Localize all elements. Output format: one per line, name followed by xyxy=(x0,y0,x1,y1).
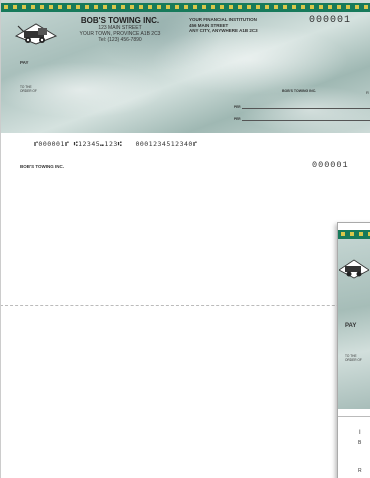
signature-line-2 xyxy=(242,120,370,121)
band-dot xyxy=(301,5,305,9)
band-dot xyxy=(319,5,323,9)
stub-cheque-number: 000001 xyxy=(312,160,349,170)
cheque-number: 000001 xyxy=(309,15,352,26)
band-dot xyxy=(310,5,314,9)
band-dot xyxy=(31,5,35,9)
page-edge xyxy=(0,0,1,478)
cheque: BOB'S TOWING INC. 123 MAIN STREET YOUR T… xyxy=(0,0,370,133)
micr-line: ⑈000001⑈ ⑆12345⑉123⑆ 0001234512340⑈ xyxy=(34,140,198,148)
bank-line3: ANY CITY, ANYWHERE A1B 2C3 xyxy=(189,28,258,33)
band-dot xyxy=(202,5,206,9)
company-name: BOB'S TOWING INC. xyxy=(80,16,160,25)
band-dot xyxy=(166,5,170,9)
band-dots xyxy=(4,5,370,10)
tow-truck-icon xyxy=(14,23,58,45)
band-dot xyxy=(94,5,98,9)
band-dot xyxy=(220,5,224,9)
second-cheque-sheet: PAY TO THE ORDER OF I B R xyxy=(337,222,370,478)
bank-line1: YOUR FINANCIAL INSTITUTION xyxy=(189,17,257,22)
band-dot xyxy=(67,5,71,9)
second-stub-c: R xyxy=(358,468,362,474)
band-dot xyxy=(175,5,179,9)
per-label-1: PER xyxy=(234,105,241,109)
band-dot xyxy=(157,5,161,9)
second-order-of-label: TO THE ORDER OF xyxy=(345,354,362,362)
second-pay-label: PAY xyxy=(345,323,357,329)
band-dot xyxy=(328,5,332,9)
band-dot xyxy=(121,5,125,9)
band-dot xyxy=(355,5,359,9)
company-phone: Tel: (123) 456-7890 xyxy=(98,37,142,43)
per-label-2: PER xyxy=(234,117,241,121)
second-stub-a: I xyxy=(359,430,361,436)
band-dot xyxy=(49,5,53,9)
band-dot xyxy=(364,5,368,9)
band-dot xyxy=(76,5,80,9)
band-dot xyxy=(265,5,269,9)
tow-truck-icon xyxy=(339,259,369,279)
band-dot xyxy=(130,5,134,9)
second-band-dots xyxy=(341,232,370,236)
band-dot xyxy=(40,5,44,9)
band-dot xyxy=(13,5,17,9)
document-page: BOB'S TOWING INC. 123 MAIN STREET YOUR T… xyxy=(0,0,370,478)
stub-company: BOB'S TOWING INC. xyxy=(20,164,64,169)
band-dot xyxy=(229,5,233,9)
payer-company: BOB'S TOWING INC. xyxy=(282,89,317,93)
band-dot xyxy=(58,5,62,9)
band-dot xyxy=(238,5,242,9)
band-dot xyxy=(139,5,143,9)
band-dot xyxy=(346,5,350,9)
band-dot xyxy=(112,5,116,9)
band-dot xyxy=(211,5,215,9)
band-dot xyxy=(148,5,152,9)
second-divider xyxy=(338,416,370,417)
second-stub-b: B xyxy=(358,440,362,446)
band-dot xyxy=(22,5,26,9)
order-of-label: TO THE ORDER OF xyxy=(20,85,37,93)
band-dot xyxy=(184,5,188,9)
company-address: 123 MAIN STREET YOUR TOWN, PROVINCE A1B … xyxy=(60,25,180,43)
band-dot xyxy=(103,5,107,9)
signature-line-1 xyxy=(242,108,370,109)
band-dot xyxy=(4,5,8,9)
bank-address: YOUR FINANCIAL INSTITUTION 456 MAIN STRE… xyxy=(189,17,258,34)
band-dot xyxy=(193,5,197,9)
band-dot xyxy=(256,5,260,9)
band-dot xyxy=(247,5,251,9)
edge-letter: R xyxy=(366,90,369,95)
pay-label: PAY xyxy=(20,60,29,65)
band-dot xyxy=(85,5,89,9)
band-dot xyxy=(337,5,341,9)
band-dot xyxy=(283,5,287,9)
band-dot xyxy=(292,5,296,9)
perforation-line xyxy=(0,305,370,306)
band-dot xyxy=(274,5,278,9)
